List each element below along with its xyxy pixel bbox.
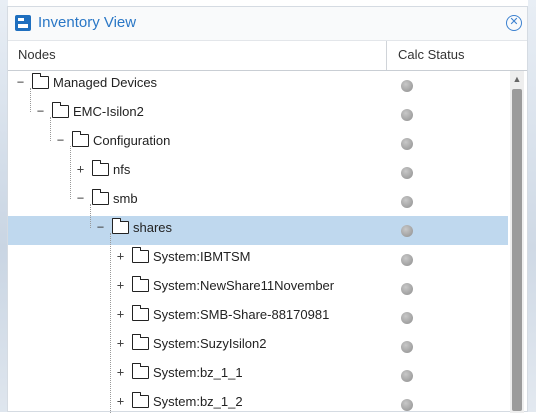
collapse-icon[interactable]: −	[16, 76, 25, 88]
scroll-thumb[interactable]	[512, 89, 522, 411]
tree-row[interactable]: − EMC-Isilon2	[8, 100, 508, 129]
tree-row[interactable]: + System:bz_1_1	[8, 361, 508, 390]
folder-icon	[132, 276, 149, 292]
tree-node-label[interactable]: System:NewShare11November	[153, 278, 334, 293]
calc-status-icon	[401, 254, 413, 266]
tree-row[interactable]: + System:SMB-Share-88170981	[8, 303, 508, 332]
column-header: Nodes Calc Status	[8, 41, 527, 71]
calc-status-icon	[401, 196, 413, 208]
tree-node-label[interactable]: nfs	[113, 162, 130, 177]
tree-row[interactable]: + nfs	[8, 158, 508, 187]
tree-node-label[interactable]: Managed Devices	[53, 75, 157, 90]
calc-status-icon	[401, 138, 413, 150]
tree-node-label[interactable]: System:SMB-Share-88170981	[153, 307, 329, 322]
folder-icon	[92, 160, 109, 176]
folder-icon	[132, 305, 149, 321]
tree-node-label[interactable]: shares	[133, 220, 172, 235]
calc-status-icon	[401, 399, 413, 411]
tree-node-label[interactable]: smb	[113, 191, 138, 206]
tree-node-label[interactable]: System:IBMTSM	[153, 249, 251, 264]
close-icon[interactable]: ✕	[506, 15, 522, 31]
window-title: Inventory View	[38, 14, 137, 31]
expand-icon[interactable]: +	[76, 163, 85, 175]
scroll-up-icon[interactable]: ▲	[510, 71, 524, 87]
inventory-icon	[15, 15, 31, 31]
column-calc-status[interactable]: Calc Status	[398, 47, 464, 62]
calc-status-icon	[401, 312, 413, 324]
expand-icon[interactable]: +	[116, 395, 125, 407]
tree-row[interactable]: + System:bz_1_2	[8, 390, 508, 413]
folder-icon	[72, 131, 89, 147]
calc-status-icon	[401, 109, 413, 121]
expand-icon[interactable]: +	[116, 308, 125, 320]
collapse-icon[interactable]: −	[56, 134, 65, 146]
expand-icon[interactable]: +	[116, 337, 125, 349]
calc-status-icon	[401, 341, 413, 353]
tree-connector	[90, 204, 91, 228]
folder-icon	[92, 189, 109, 205]
tree-connector	[110, 233, 111, 413]
expand-icon[interactable]: +	[116, 279, 125, 291]
tree-node-label[interactable]: System:bz_1_2	[153, 394, 243, 409]
tree-row[interactable]: + System:NewShare11November	[8, 274, 508, 303]
expand-icon[interactable]: +	[116, 366, 125, 378]
tree-row[interactable]: + System:IBMTSM	[8, 245, 508, 274]
tree-row[interactable]: − shares	[8, 216, 508, 245]
collapse-icon[interactable]: −	[36, 105, 45, 117]
folder-icon	[132, 334, 149, 350]
tree-row[interactable]: − Managed Devices	[8, 71, 508, 100]
tree-node-label[interactable]: EMC-Isilon2	[73, 104, 144, 119]
background-right	[528, 0, 536, 412]
inventory-tree: − Managed Devices − EMC-Isilon2 − Configurati…	[8, 71, 508, 413]
folder-icon	[132, 247, 149, 263]
tree-row[interactable]: − Configuration	[8, 129, 508, 158]
column-nodes[interactable]: Nodes	[18, 47, 56, 62]
folder-icon	[132, 363, 149, 379]
column-divider[interactable]	[386, 41, 387, 70]
expand-icon[interactable]: +	[116, 250, 125, 262]
tree-node-label[interactable]: System:bz_1_1	[153, 365, 243, 380]
calc-status-icon	[401, 225, 413, 237]
calc-status-icon	[401, 283, 413, 295]
tree-node-label[interactable]: System:SuzyIsilon2	[153, 336, 266, 351]
folder-icon	[112, 218, 129, 234]
tree-row[interactable]: + System:SuzyIsilon2	[8, 332, 508, 361]
folder-icon	[32, 73, 49, 89]
calc-status-icon	[401, 80, 413, 92]
tree-row[interactable]: − smb	[8, 187, 508, 216]
tree-connector	[50, 117, 51, 141]
folder-icon	[52, 102, 69, 118]
tree-node-label[interactable]: Configuration	[93, 133, 170, 148]
collapse-icon[interactable]: −	[76, 192, 85, 204]
title-bar: Inventory View ✕	[8, 7, 527, 41]
calc-status-icon	[401, 167, 413, 179]
folder-icon	[132, 392, 149, 408]
tree-connector	[30, 88, 31, 112]
vertical-scrollbar[interactable]: ▲	[510, 71, 524, 413]
inventory-view-panel: Inventory View ✕ Nodes Calc Status − Mana…	[7, 6, 528, 413]
tree-connector	[70, 146, 71, 199]
calc-status-icon	[401, 370, 413, 382]
collapse-icon[interactable]: −	[96, 221, 105, 233]
